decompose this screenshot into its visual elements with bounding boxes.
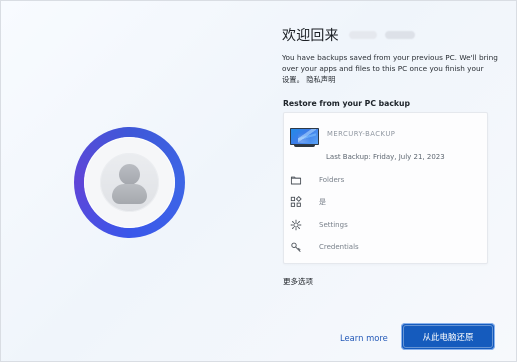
backup-item-label: Credentials xyxy=(319,243,359,251)
backup-card[interactable]: MERCURY-BACKUP Last Backup: Friday, July… xyxy=(283,112,488,264)
learn-more-link[interactable]: Learn more xyxy=(340,333,388,343)
welcome-title-row: 欢迎回来 xyxy=(282,25,419,45)
backup-item-credentials: Credentials xyxy=(290,240,359,254)
folder-icon xyxy=(290,176,302,185)
laptop-icon xyxy=(290,128,319,149)
gear-icon xyxy=(290,219,302,231)
profile-avatar xyxy=(74,127,185,238)
restore-section-label: Restore from your PC backup xyxy=(283,99,410,108)
backup-item-label: Folders xyxy=(319,176,345,184)
user-head-shape xyxy=(119,164,140,185)
redacted-account-name xyxy=(349,29,419,41)
backup-item-apps: 是 xyxy=(290,195,326,209)
description-line-3: 设置。 隐私声明 xyxy=(282,74,498,85)
user-body-shape xyxy=(112,184,147,204)
more-options-link[interactable]: 更多选项 xyxy=(283,276,313,287)
device-name: MERCURY-BACKUP xyxy=(327,130,396,138)
apps-icon xyxy=(290,196,302,207)
avatar-background xyxy=(84,137,175,228)
laptop-screen xyxy=(290,128,319,145)
backup-item-label: 是 xyxy=(319,198,326,206)
last-backup-date: Last Backup: Friday, July 21, 2023 xyxy=(326,153,445,161)
restore-from-this-pc-button[interactable]: 从此电脑还原 xyxy=(401,323,495,350)
laptop-base xyxy=(294,145,315,147)
key-icon xyxy=(291,242,301,252)
backup-item-folders: Folders xyxy=(290,173,344,187)
backup-item-settings: Settings xyxy=(290,218,348,232)
backup-description: You have backups saved from your previou… xyxy=(282,52,498,85)
description-line-2: over your apps and files to this PC once… xyxy=(282,64,484,73)
restore-welcome-screen: 欢迎回来 You have backups saved from your pr… xyxy=(0,0,517,362)
user-icon xyxy=(100,153,159,212)
description-line-1: You have backups saved from your previou… xyxy=(282,53,498,62)
page-title: 欢迎回来 xyxy=(282,28,339,44)
setup-text: 设置。 xyxy=(282,75,304,84)
backup-item-label: Settings xyxy=(319,221,348,229)
privacy-link[interactable]: 隐私声明 xyxy=(306,75,335,84)
